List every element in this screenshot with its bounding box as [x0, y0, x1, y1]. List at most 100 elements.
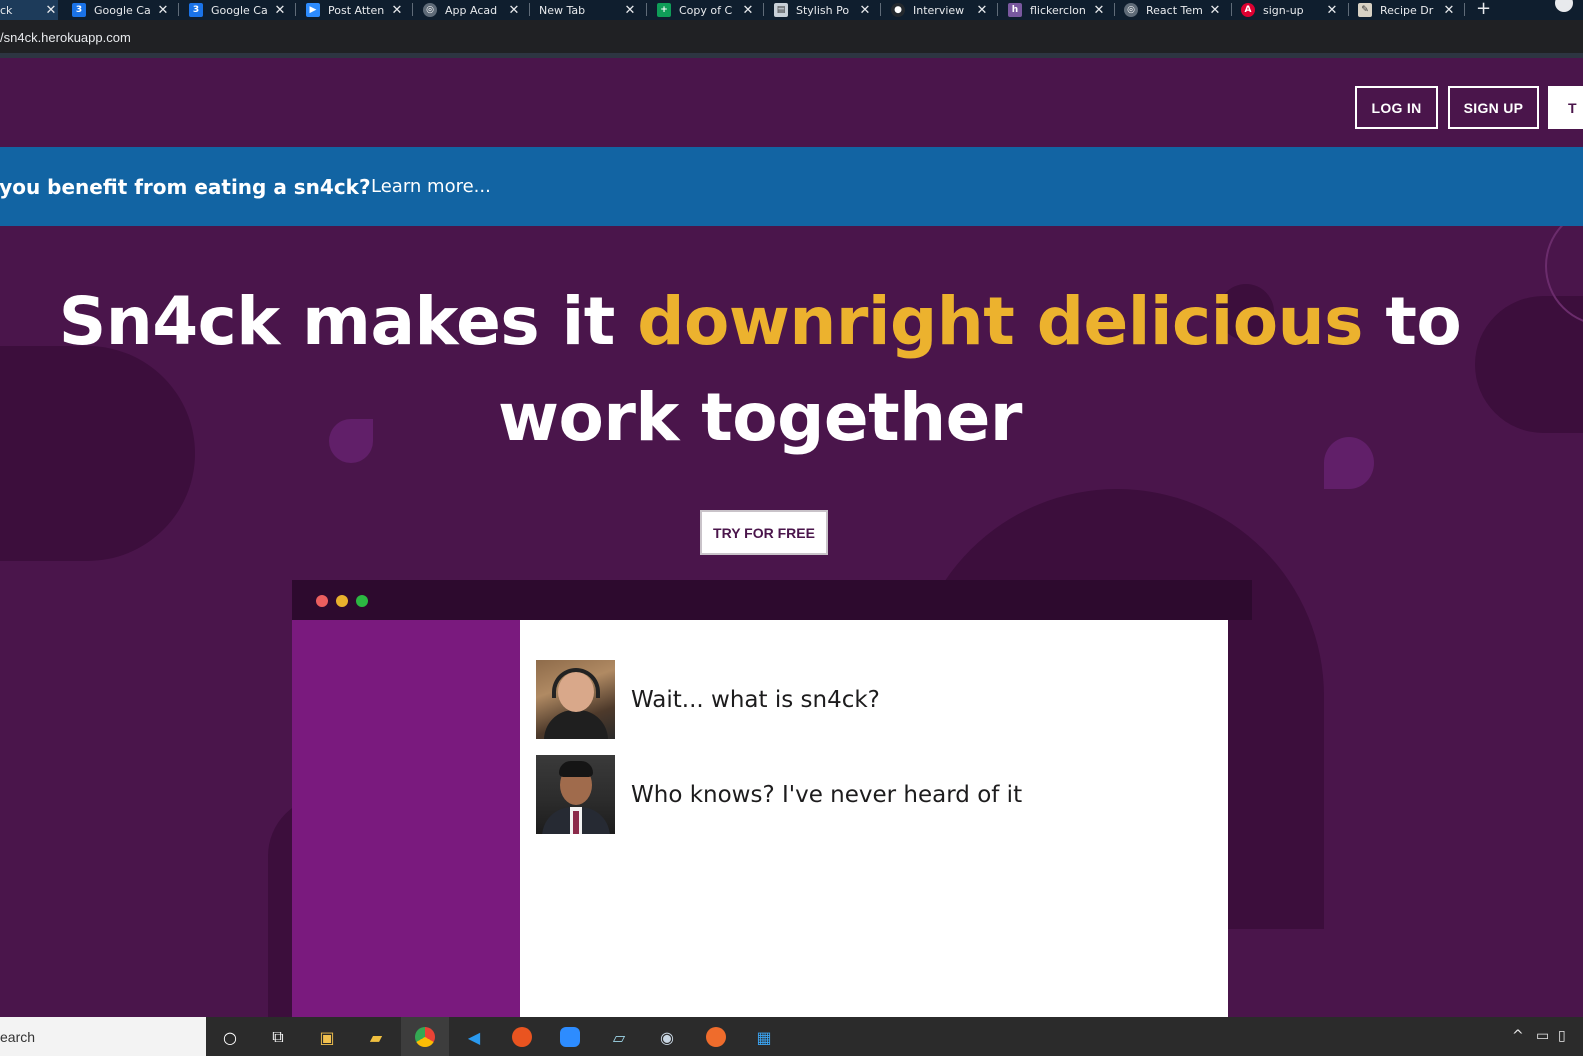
tab-recipe[interactable]: ✎ Recipe Dr ✕ — [1358, 0, 1456, 20]
tab-separator — [1231, 3, 1232, 16]
tab-google-calendar-1[interactable]: 3 Google Ca ✕ — [72, 0, 170, 20]
tab-separator — [178, 3, 179, 16]
tab-google-calendar-2[interactable]: 3 Google Ca ✕ — [189, 0, 287, 20]
tab-title: Stylish Po — [796, 3, 850, 17]
try-for-free-button[interactable]: TRY FOR FREE — [700, 510, 828, 555]
close-icon[interactable]: ✕ — [390, 3, 404, 18]
close-icon[interactable]: ✕ — [623, 3, 637, 18]
signup-button[interactable]: SIGN UP — [1448, 86, 1539, 129]
tab-sign-up[interactable]: A sign-up ✕ — [1241, 0, 1339, 20]
address-bar[interactable]: /sn4ck.herokuapp.com — [0, 20, 1583, 53]
login-button[interactable]: LOG IN — [1355, 86, 1438, 129]
learn-more-link[interactable]: Learn more... — [371, 176, 491, 197]
close-icon[interactable]: ✕ — [858, 3, 872, 18]
hero-headline: Sn4ck makes it downright delicious to wo… — [0, 274, 1520, 466]
close-icon[interactable]: ✕ — [1208, 3, 1222, 18]
mock-sidebar — [292, 620, 520, 1017]
close-icon[interactable]: ✕ — [1092, 3, 1106, 18]
close-icon[interactable]: ✕ — [741, 3, 755, 18]
heroku-icon: h — [1008, 3, 1022, 17]
close-icon[interactable]: ✕ — [975, 3, 989, 18]
close-icon[interactable]: ✕ — [273, 3, 287, 18]
chrome-icon[interactable] — [414, 1026, 436, 1048]
tab-title: Recipe Dr — [1380, 3, 1434, 17]
tab-title: Post Atten — [328, 3, 385, 17]
tab-separator — [529, 3, 530, 16]
headline-text: Sn4ck makes it — [58, 283, 638, 360]
tab-separator — [1464, 3, 1465, 16]
tab-title: Copy of C — [679, 3, 733, 17]
avatar — [536, 660, 615, 739]
printer-icon: ▤ — [774, 3, 788, 17]
window-maximize-dot — [356, 595, 368, 607]
tab-separator — [646, 3, 647, 16]
headline-accent: downright delicious — [637, 283, 1363, 360]
task-view-icon[interactable]: ⧉ — [267, 1026, 289, 1048]
chat-message: Who knows? I've never heard of it — [536, 755, 1022, 834]
tab-separator — [1348, 3, 1349, 16]
windows-taskbar: earch ○ ⧉ ▣ ▰ ◀ ▱ ◉ ▦ ^ ▭ ▯ — [0, 1017, 1583, 1056]
store-icon[interactable]: ▣ — [316, 1026, 338, 1048]
tab-copy-of[interactable]: + Copy of C ✕ — [657, 0, 755, 20]
tab-title: New Tab — [539, 3, 586, 17]
message-text: Wait... what is sn4ck? — [631, 686, 880, 713]
cortana-icon[interactable]: ○ — [219, 1026, 241, 1048]
vscode-icon[interactable]: ◀ — [463, 1026, 485, 1048]
chat-message: Wait... what is sn4ck? — [536, 660, 880, 739]
github-icon: ● — [891, 3, 905, 17]
tab-separator — [880, 3, 881, 16]
close-icon[interactable]: ✕ — [1442, 3, 1456, 18]
close-icon[interactable]: ✕ — [1325, 3, 1339, 18]
tab-separator — [763, 3, 764, 16]
tab-title: ck — [0, 3, 13, 17]
new-tab-button[interactable]: + — [1476, 0, 1491, 19]
tab-title: App Acad — [445, 3, 498, 17]
profile-icon[interactable] — [1555, 0, 1573, 12]
zoom-icon: ▶ — [306, 3, 320, 17]
url-text[interactable]: /sn4ck.herokuapp.com — [0, 30, 131, 45]
tab-title: flickerclon — [1030, 3, 1086, 17]
window-minimize-dot — [336, 595, 348, 607]
tab-react-template[interactable]: ◎ React Tem ✕ — [1124, 0, 1222, 20]
tab-new-tab[interactable]: New Tab ✕ — [539, 0, 637, 20]
tab-title: Google Ca — [94, 3, 151, 17]
close-icon[interactable]: ✕ — [44, 3, 58, 18]
tab-title: React Tem — [1146, 3, 1203, 17]
search-text: earch — [0, 1029, 36, 1045]
tab-flickerclone[interactable]: h flickerclon ✕ — [1008, 0, 1106, 20]
close-icon[interactable]: ✕ — [156, 3, 170, 18]
message-text: Who knows? I've never heard of it — [631, 781, 1023, 808]
hero-section: Sn4ck makes it downright delicious to wo… — [0, 226, 1583, 1017]
angular-icon: A — [1241, 3, 1255, 17]
battery-icon: ▭ — [1536, 1028, 1550, 1044]
ubuntu-icon[interactable] — [511, 1026, 533, 1048]
mock-chat-panel: Wait... what is sn4ck? Who knows? I've n… — [520, 620, 1228, 1017]
chevron-up-icon[interactable]: ^ — [1512, 1028, 1524, 1044]
browser-tab-strip: ck ✕ 3 Google Ca ✕ 3 Google Ca ✕ ▶ Post … — [0, 0, 1583, 20]
tab-sn4ck[interactable]: ck ✕ — [0, 0, 58, 20]
tab-app-academy[interactable]: ◎ App Acad ✕ — [423, 0, 521, 20]
globe-icon: ◎ — [1124, 3, 1138, 17]
network-icon[interactable]: ▯ — [1558, 1028, 1566, 1044]
close-icon[interactable]: ✕ — [507, 3, 521, 18]
tab-title: Interview — [913, 3, 965, 17]
taskbar-search[interactable]: earch — [0, 1017, 206, 1056]
info-banner: n you benefit from eating a sn4ck? Learn… — [0, 147, 1583, 226]
postgres-icon[interactable]: ◉ — [656, 1026, 678, 1048]
tab-separator — [412, 3, 413, 16]
tab-title: sign-up — [1263, 3, 1304, 17]
google-sheets-icon: + — [657, 3, 671, 17]
window-close-dot — [316, 595, 328, 607]
tab-separator — [997, 3, 998, 16]
zoom-icon[interactable] — [559, 1026, 581, 1048]
tab-separator — [295, 3, 296, 16]
postman-icon[interactable] — [705, 1026, 727, 1048]
tab-post-attendance[interactable]: ▶ Post Atten ✕ — [306, 0, 404, 20]
mock-window-titlebar — [292, 580, 1252, 620]
tab-interview[interactable]: ● Interview ✕ — [891, 0, 989, 20]
notes-icon[interactable]: ▱ — [608, 1026, 630, 1048]
try-button-partial[interactable]: T — [1548, 86, 1583, 129]
calendar-icon[interactable]: ▦ — [753, 1026, 775, 1048]
file-explorer-icon[interactable]: ▰ — [365, 1026, 387, 1048]
tab-stylish-portfolio[interactable]: ▤ Stylish Po ✕ — [774, 0, 872, 20]
